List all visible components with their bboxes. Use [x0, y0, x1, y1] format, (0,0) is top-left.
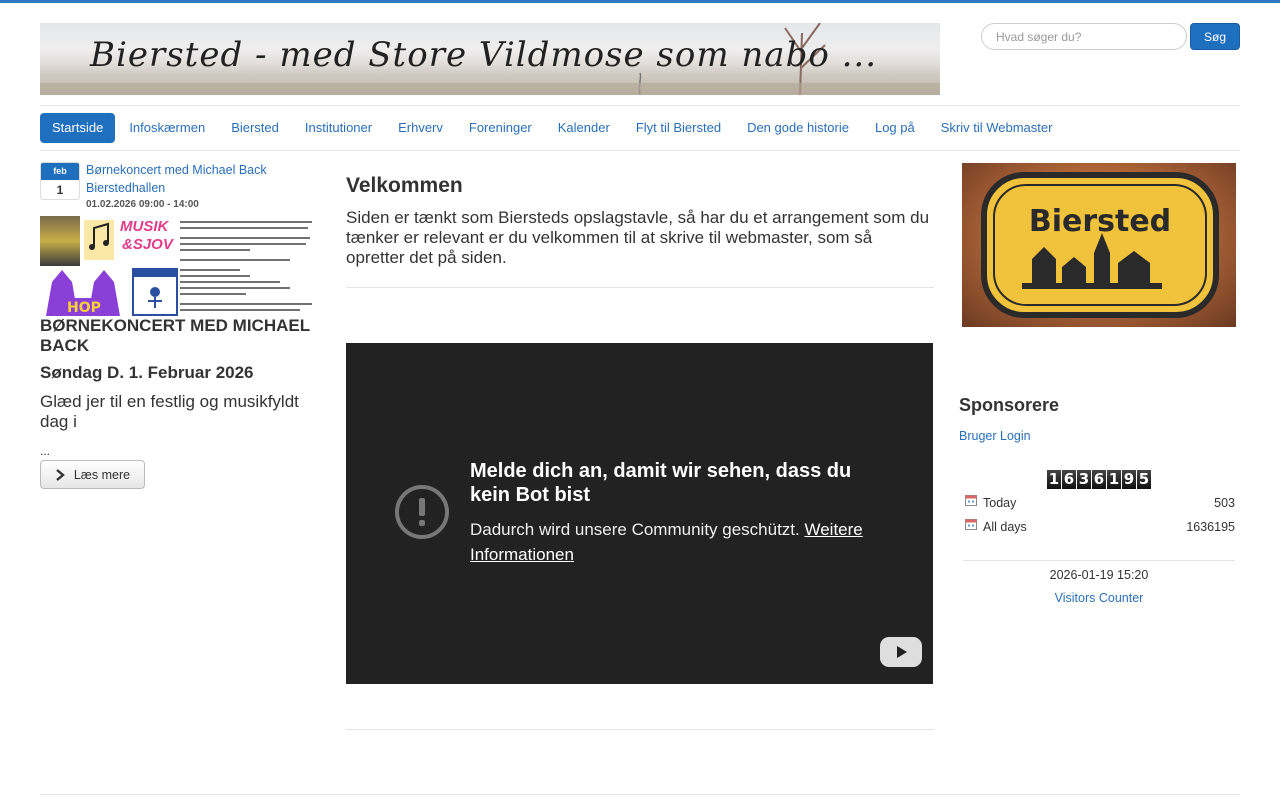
page-title: Velkommen: [346, 174, 463, 197]
event-poster-image[interactable]: MUSIK &SJOV HOP: [40, 216, 320, 316]
visitor-counter: 1 6 3 6 1 9 5: [1047, 470, 1151, 489]
nav-item-biersted[interactable]: Biersted: [219, 113, 291, 143]
nav-item-infoskaermen[interactable]: Infoskærmen: [117, 113, 217, 143]
nav-item-log-paa[interactable]: Log på: [863, 113, 927, 143]
read-more-button[interactable]: Læs mere: [40, 460, 145, 489]
event-teaser: Glæd jer til en festlig og musikfyldt da…: [40, 392, 299, 431]
read-more-label: Læs mere: [73, 467, 131, 482]
counter-digit: 6: [1062, 470, 1076, 489]
poster-photo: [40, 216, 80, 266]
nav-item-kalender[interactable]: Kalender: [546, 113, 622, 143]
alert-circle-icon: [395, 485, 449, 539]
stat-label: Today: [983, 496, 1017, 510]
nav-item-foreninger[interactable]: Foreninger: [457, 113, 544, 143]
counter-digit: 3: [1077, 470, 1091, 489]
event-month: feb: [41, 163, 79, 180]
main-nav: Startside Infoskærmen Biersted Instituti…: [40, 113, 1064, 143]
poster-logo: MUSIK &SJOV: [82, 216, 178, 266]
counter-digit: 9: [1122, 470, 1136, 489]
nav-divider-bottom: [40, 150, 1240, 151]
hoppeland-logo: HOP: [46, 270, 120, 316]
event-time: 01.02.2026 09:00 - 14:00: [86, 199, 199, 210]
nav-item-erhverv[interactable]: Erhverv: [386, 113, 455, 143]
event-title-link[interactable]: Børnekoncert med Michael Back: [86, 161, 267, 179]
nav-item-startside[interactable]: Startside: [40, 113, 116, 143]
counter-digit: 5: [1137, 470, 1151, 489]
event-ellipsis: ...: [40, 444, 51, 458]
counter-digit: 1: [1047, 470, 1061, 489]
stat-value: 503: [1214, 496, 1235, 510]
banner-title: Biersted - med Store Vildmose som nabo .…: [90, 35, 878, 75]
sidebar-divider: [963, 560, 1235, 561]
nav-item-institutioner[interactable]: Institutioner: [293, 113, 384, 143]
calendar-icon: [965, 495, 977, 506]
youtube-embed[interactable]: Melde dich an, damit wir sehen, dass du …: [346, 343, 933, 684]
biersted-town-sign-image: Biersted: [962, 163, 1236, 327]
poster-logo-line2: &SJOV: [122, 236, 173, 253]
biersted-club-logo: [132, 268, 178, 316]
visitors-counter-link[interactable]: Visitors Counter: [963, 591, 1235, 605]
user-login-link[interactable]: Bruger Login: [959, 429, 1031, 443]
poster-program-text: [180, 218, 320, 316]
counter-digit: 1: [1107, 470, 1121, 489]
calendar-icon: [965, 519, 977, 530]
music-note-icon: [84, 220, 114, 260]
counter-timestamp: 2026-01-19 15:20: [1049, 568, 1149, 582]
chevron-right-icon: [56, 468, 65, 481]
top-accent-bar: [0, 0, 1280, 3]
event-headline: Børnekoncert med Michael Back: [40, 316, 310, 355]
town-sign-text: Biersted: [1029, 204, 1171, 239]
content-divider: [346, 287, 934, 288]
counter-digit: 6: [1092, 470, 1106, 489]
footer-divider: [40, 794, 1240, 795]
video-desc-text: Dadurch wird unsere Community geschützt.: [470, 520, 800, 539]
poster-logo-line1: MUSIK: [120, 218, 169, 235]
town-sign-graphic: Biersted: [981, 172, 1219, 318]
stat-label: All days: [983, 520, 1027, 534]
video-description: Dadurch wird unsere Community geschützt.…: [470, 517, 900, 567]
search-button[interactable]: Søg: [1190, 23, 1240, 50]
nav-item-flyt-til-biersted[interactable]: Flyt til Biersted: [624, 113, 733, 143]
stat-value: 1636195: [1186, 520, 1235, 534]
youtube-logo-icon[interactable]: [880, 637, 922, 667]
stat-row-today: Today 503: [965, 494, 1235, 514]
nav-item-den-gode-historie[interactable]: Den gode historie: [735, 113, 861, 143]
event-location: Bierstedhallen: [86, 181, 166, 195]
video-title: Melde dich an, damit wir sehen, dass du …: [470, 460, 852, 506]
sponsors-title: Sponsorere: [959, 395, 1060, 415]
welcome-text: Siden er tænkt som Biersteds opslagstavl…: [346, 208, 930, 267]
search-input[interactable]: [981, 23, 1187, 50]
content-divider-bottom: [346, 729, 934, 730]
nav-item-skriv-til-webmaster[interactable]: Skriv til Webmaster: [929, 113, 1065, 143]
svg-text:HOP: HOP: [67, 300, 101, 316]
event-subhead: Søndag D. 1. Februar 2026: [40, 363, 254, 382]
poster-text-lines: [180, 221, 312, 311]
site-banner[interactable]: Biersted - med Store Vildmose som nabo .…: [40, 23, 940, 95]
nav-divider-top: [40, 105, 1240, 106]
event-day: 1: [56, 183, 64, 197]
stat-row-all-days: All days 1636195: [965, 518, 1235, 538]
event-date-badge: feb 1: [40, 162, 80, 200]
